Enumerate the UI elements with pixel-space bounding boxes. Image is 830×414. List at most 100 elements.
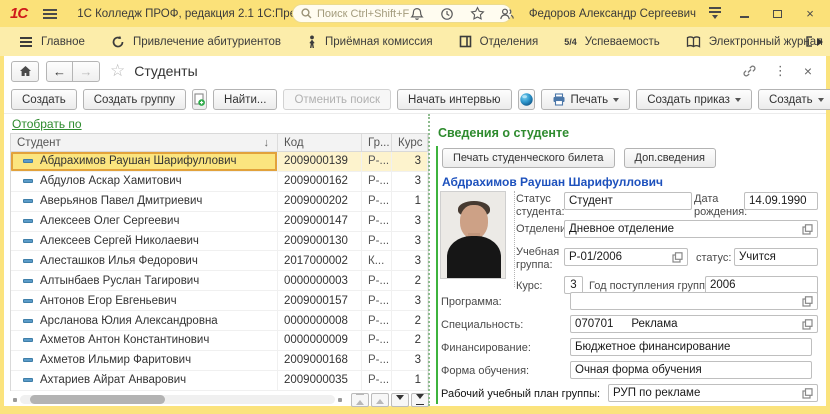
history-icon[interactable] [439,5,456,22]
filter-by-link[interactable]: Отобрать по [12,117,82,131]
column-code[interactable]: Код [278,134,362,151]
section-dept[interactable]: Отделения [446,27,552,56]
create-dropdown-button[interactable]: Создать [758,89,830,110]
start-interview-button[interactable]: Начать интервью [397,89,511,110]
scroll-right-icon[interactable] [338,398,342,402]
student-row[interactable]: Алексеев Олег Сергеевич2009000147Р-...3 [11,212,428,232]
add-favorite-star-icon[interactable]: ☆ [110,61,125,81]
panes-splitter[interactable] [428,114,430,406]
back-button[interactable]: ← [46,61,73,82]
student-name-cell: Ахтариев Айрат Анварович [40,374,186,386]
plan-open-icon[interactable] [802,388,813,399]
list-item-icon [23,378,33,382]
student-course-cell: 2 [392,311,428,330]
financing-field[interactable]: Бюджетное финансирование [570,338,812,356]
department-open-icon[interactable] [802,224,813,235]
maximize-button[interactable] [767,5,787,23]
student-row[interactable]: Алтынбаев Руслан Тагирович0000000003Р-..… [11,271,428,291]
specialty-open-icon[interactable] [802,319,813,330]
photo-divider [514,191,515,287]
student-group-cell: Р-... [362,291,392,310]
student-row[interactable]: Алексеев Сергей Николаевич2009000130Р-..… [11,232,428,252]
student-row[interactable]: Ахметов Ильмир Фаритович2009000168Р-...3 [11,351,428,371]
status-field[interactable]: Студент [564,192,692,210]
column-student[interactable]: Студент↓ [11,134,278,151]
section-label: Главное [41,36,85,48]
home-button[interactable] [11,61,39,82]
group-field[interactable]: Р-01/2006 [564,248,688,266]
list-item-icon [23,159,33,163]
program-field[interactable] [570,292,818,310]
go-last-button[interactable] [411,393,429,407]
create-order-button[interactable]: Создать приказ [636,89,752,110]
edu-form-field[interactable]: Очная форма обучения [570,361,812,379]
course-label: Курс: [516,280,542,293]
section-grade[interactable]: 5/4Успеваемость [551,27,673,56]
student-row[interactable]: Аверьянов Павел Дмитриевич2009000202Р-..… [11,192,428,212]
main-menu-icon[interactable] [43,9,57,19]
student-row[interactable]: Абдрахимов Раушан Шарифуллович2009000139… [11,152,428,172]
student-row[interactable]: Арсланова Юлия Александровна0000000008Р-… [11,311,428,331]
plan-field[interactable]: РУП по рекламе [608,384,818,402]
web-globe-button[interactable] [518,89,535,110]
get-link-icon[interactable] [742,64,757,78]
forward-button[interactable]: → [73,61,100,82]
student-row[interactable]: Антонов Егор Евгеньевич2009000157Р-...3 [11,291,428,311]
sort-desc-icon: ↓ [264,137,270,149]
students-form: ← → ☆ Студенты ⋮ × Создать Создать групп… [4,56,826,406]
minimize-button[interactable] [734,5,754,23]
student-name-cell: Ахметов Антон Константинович [40,334,209,346]
birth-field[interactable]: 14.09.1990 [744,192,818,210]
create-button[interactable]: Создать [11,89,77,110]
notifications-bell-icon[interactable] [409,5,426,22]
close-form-icon[interactable]: × [804,63,812,79]
hscroll-track[interactable] [20,395,335,404]
student-row[interactable]: Абдулов Аскар Хамитович2009000162Р-...3 [11,172,428,192]
column-course[interactable]: Курс [392,134,428,151]
more-menu-icon[interactable]: ⋮ [774,63,787,79]
print-button[interactable]: Печать [541,89,631,110]
print-student-card-button[interactable]: Печать студенческого билета [442,148,615,168]
close-app-button[interactable]: × [800,5,820,23]
program-open-icon[interactable] [802,296,813,307]
student-name-link[interactable]: Абдрахимов Раушан Шарифуллович [442,175,663,189]
section-person[interactable]: Приёмная комиссия [294,27,446,56]
go-prev-button[interactable] [371,393,389,407]
student-course-cell: 3 [392,251,428,270]
current-user-name[interactable]: Федоров Александр Сергеевич [529,8,696,20]
students-table: Студент↓ Код Гр... Курс Абдрахимов Рауша… [10,133,429,391]
favorites-star-icon[interactable] [469,5,486,22]
print-dropdown-icon [613,98,619,105]
section-main[interactable]: Главное [6,27,98,56]
create-group-button[interactable]: Создать группу [83,89,186,110]
menu-items: Главное Привлечение абитуриентовПриёмная … [6,27,830,56]
student-group-cell: К... [362,251,392,270]
student-row[interactable]: Ахметов Антон Константинович0000000009Р-… [11,331,428,351]
student-code-cell: 2009000139 [278,152,362,171]
copy-item-button[interactable] [192,89,207,110]
department-field[interactable]: Дневное отделение [564,220,818,238]
group-label: Учебная группа: [516,246,570,271]
extra-info-button[interactable]: Доп.сведения [624,148,717,168]
cancel-search-button[interactable]: Отменить поиск [283,89,391,110]
find-button[interactable]: Найти... [213,89,277,110]
refresh-section-icon [111,35,125,49]
command-bar: Создать Создать группу Найти... Отменить… [4,86,826,114]
hscroll-thumb[interactable] [30,395,165,404]
student-row[interactable]: Ахтариев Айрат Анварович2009000035Р-...1 [11,371,428,391]
group-open-icon[interactable] [672,252,683,263]
group-status-field[interactable]: Учится [734,248,818,266]
column-group[interactable]: Гр... [362,134,392,151]
specialty-field[interactable]: 070701Реклама [570,315,818,333]
section-refresh[interactable]: Привлечение абитуриентов [98,27,294,56]
student-name-cell: Ахметов Ильмир Фаритович [40,354,191,366]
discussions-users-icon[interactable] [499,5,516,22]
student-row[interactable]: Алесташков Илья Федорович2017000002К...3 [11,251,428,271]
go-next-button[interactable] [391,393,409,407]
go-first-button[interactable] [351,393,369,407]
sections-scroll-right-icon[interactable] [817,38,827,46]
interface-settings-icon[interactable] [709,5,721,21]
student-code-cell: 2009000147 [278,212,362,231]
scroll-left-icon[interactable] [13,398,17,402]
details-header: Сведения о студенте [438,126,569,140]
